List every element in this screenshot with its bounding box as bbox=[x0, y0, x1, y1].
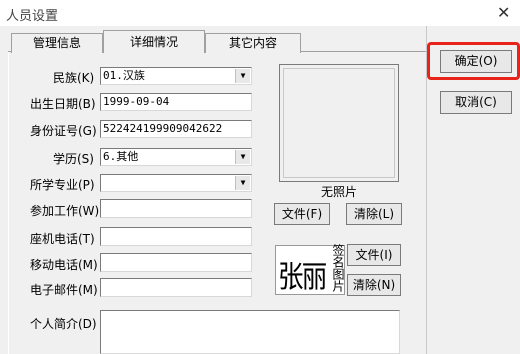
cancel-button[interactable]: 取消(C) bbox=[440, 91, 512, 114]
photo-clear-button[interactable]: 清除(L) bbox=[346, 203, 402, 225]
birthdate-label: 出生日期(B) bbox=[30, 97, 96, 111]
bio-label: 个人简介(D) bbox=[30, 317, 97, 331]
close-icon[interactable]: ✕ bbox=[497, 3, 510, 22]
chevron-down-icon[interactable]: ▼ bbox=[235, 150, 250, 164]
chevron-down-icon[interactable]: ▼ bbox=[235, 176, 250, 190]
photo-frame bbox=[279, 64, 399, 182]
signature-file-button[interactable]: 文件(I) bbox=[347, 244, 401, 266]
education-label: 学历(S) bbox=[53, 152, 94, 166]
id-number-label: 身份证号(G) bbox=[30, 124, 97, 138]
email-field[interactable] bbox=[100, 278, 252, 297]
work-start-label: 参加工作(W) bbox=[30, 204, 100, 218]
photo-file-button[interactable]: 文件(F) bbox=[274, 203, 330, 225]
education-select[interactable]: 6.其他 ▼ bbox=[100, 148, 252, 166]
signature-text: 张丽 bbox=[278, 260, 327, 295]
id-number-field[interactable]: 522424199909042622 bbox=[100, 120, 252, 138]
tab-details[interactable]: 详细情况 bbox=[103, 30, 205, 53]
photo-caption: 无照片 bbox=[320, 185, 357, 199]
signature-label: 签名图片 bbox=[331, 244, 345, 292]
ethnicity-value: 01.汉族 bbox=[103, 69, 145, 82]
birthdate-field[interactable]: 1999-09-04 bbox=[100, 93, 252, 111]
ok-button[interactable]: 确定(O) bbox=[440, 50, 512, 73]
chevron-down-icon[interactable]: ▼ bbox=[235, 69, 250, 83]
signature-clear-button[interactable]: 清除(N) bbox=[347, 274, 401, 296]
tab-management-info[interactable]: 管理信息 bbox=[11, 33, 103, 53]
major-label: 所学专业(P) bbox=[30, 178, 95, 192]
mobile-field[interactable] bbox=[100, 253, 252, 272]
bio-textarea[interactable] bbox=[100, 310, 400, 354]
window-title: 人员设置 bbox=[6, 9, 59, 24]
title-bar bbox=[0, 0, 520, 26]
landline-field[interactable] bbox=[100, 227, 252, 246]
ethnicity-select[interactable]: 01.汉族 ▼ bbox=[100, 67, 252, 85]
email-label: 电子邮件(M) bbox=[30, 283, 98, 297]
ethnicity-label: 民族(K) bbox=[53, 71, 95, 85]
landline-label: 座机电话(T) bbox=[30, 232, 95, 246]
photo-area bbox=[283, 68, 395, 178]
major-select[interactable]: ▼ bbox=[100, 174, 252, 192]
tab-other-content[interactable]: 其它内容 bbox=[205, 33, 301, 53]
work-start-field[interactable] bbox=[100, 199, 252, 218]
mobile-label: 移动电话(M) bbox=[30, 258, 98, 272]
education-value: 6.其他 bbox=[103, 150, 139, 163]
